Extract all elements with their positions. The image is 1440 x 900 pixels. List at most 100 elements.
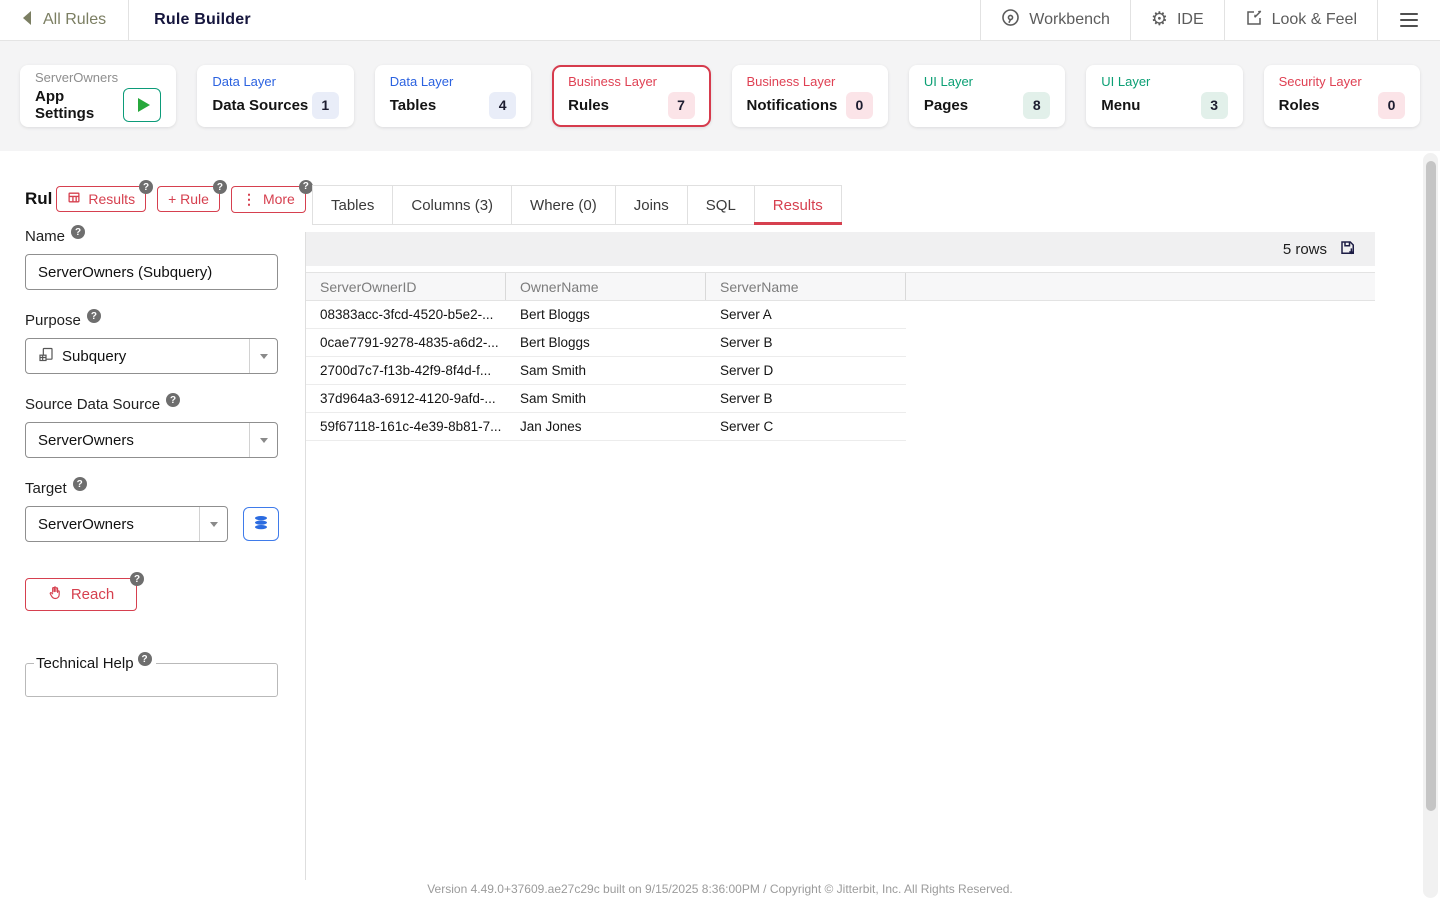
rule-results-panel: Tables Columns (3) Where (0) Joins SQL R…	[305, 151, 1375, 900]
chevron-down-icon	[249, 339, 277, 373]
count-badge: 4	[489, 92, 516, 119]
card-layer-label: Business Layer	[568, 74, 694, 89]
look-feel-pencil-icon	[1245, 9, 1263, 32]
card-name-label: Pages	[924, 97, 968, 114]
add-rule-button[interactable]: + Rule	[157, 186, 220, 212]
card-tables[interactable]: Data Layer Tables 4	[375, 65, 531, 127]
chevron-down-icon	[249, 423, 277, 457]
back-label: All Rules	[43, 11, 106, 29]
hamburger-menu-button[interactable]	[1378, 0, 1440, 40]
count-badge: 8	[1023, 92, 1050, 119]
cell-server-owner-id: 0cae7791-9278-4835-a6d2-...	[306, 335, 506, 350]
source-data-source-select[interactable]: ServerOwners	[25, 422, 278, 458]
table-row: 08383acc-3fcd-4520-b5e2-... Bert Bloggs …	[306, 301, 906, 329]
vertical-scrollbar-track[interactable]	[1423, 153, 1438, 898]
card-app-settings[interactable]: ServerOwners App Settings	[20, 65, 176, 127]
technical-help-field[interactable]: Technical Help	[25, 655, 278, 697]
purpose-value: Subquery	[62, 348, 126, 365]
tab-tables[interactable]: Tables	[312, 185, 393, 225]
back-all-rules-button[interactable]: All Rules	[0, 0, 128, 40]
count-badge: 1	[312, 92, 339, 119]
target-select[interactable]: ServerOwners	[25, 506, 228, 542]
table-grid-icon	[67, 191, 81, 207]
tab-columns[interactable]: Columns (3)	[392, 185, 512, 225]
database-icon	[252, 514, 270, 535]
more-button[interactable]: More	[231, 186, 306, 213]
cell-owner-name: Sam Smith	[506, 363, 706, 378]
workbench-label: Workbench	[1029, 11, 1110, 29]
vertical-scrollbar-thumb[interactable]	[1426, 161, 1436, 811]
help-icon[interactable]	[213, 180, 227, 194]
help-icon[interactable]	[138, 652, 152, 666]
cell-server-owner-id: 59f67118-161c-4e39-8b81-7...	[306, 419, 506, 434]
cell-server-owner-id: 37d964a3-6912-4120-9afd-...	[306, 391, 506, 406]
target-table-button[interactable]	[243, 507, 279, 541]
run-app-button[interactable]	[123, 88, 161, 122]
cell-server-name: Server C	[706, 419, 906, 434]
table-row: 0cae7791-9278-4835-a6d2-... Bert Bloggs …	[306, 329, 906, 357]
table-header-row: ServerOwnerID OwnerName ServerName	[306, 272, 1375, 301]
purpose-select[interactable]: Subquery	[25, 338, 278, 374]
card-name-label: Data Sources	[212, 97, 308, 114]
kebab-menu-icon	[242, 191, 256, 208]
rule-heading: Rul	[25, 189, 52, 209]
reach-button[interactable]: Reach	[25, 578, 137, 611]
card-menu[interactable]: UI Layer Menu 3	[1086, 65, 1242, 127]
look-feel-label: Look & Feel	[1272, 11, 1357, 29]
play-icon	[138, 98, 150, 112]
chevron-down-icon	[199, 507, 227, 541]
card-name-label: Tables	[390, 97, 436, 114]
card-roles[interactable]: Security Layer Roles 0	[1264, 65, 1420, 127]
cell-server-owner-id: 08383acc-3fcd-4520-b5e2-...	[306, 307, 506, 322]
chevron-left-icon	[20, 10, 34, 31]
card-name-label: App Settings	[35, 88, 123, 122]
name-label: Name	[25, 228, 65, 245]
card-name-label: Notifications	[747, 97, 838, 114]
card-rules-selected[interactable]: Business Layer Rules 7	[552, 65, 710, 127]
export-results-button[interactable]	[1339, 239, 1357, 260]
help-icon[interactable]	[139, 180, 153, 194]
source-data-source-label: Source Data Source	[25, 396, 160, 413]
workbench-disc-icon	[1001, 8, 1020, 32]
tab-results[interactable]: Results	[754, 185, 842, 225]
help-icon[interactable]	[166, 393, 180, 407]
layer-card-strip: ServerOwners App Settings Data Layer Dat…	[0, 41, 1440, 151]
card-layer-label: UI Layer	[1101, 74, 1227, 89]
row-count-label: 5 rows	[1283, 241, 1327, 258]
hand-icon	[48, 585, 62, 604]
count-badge: 7	[668, 92, 695, 119]
results-button[interactable]: Results	[56, 186, 146, 212]
card-layer-label: ServerOwners	[35, 70, 161, 85]
tab-where[interactable]: Where (0)	[511, 185, 616, 225]
column-header: OwnerName	[506, 273, 706, 300]
tab-sql[interactable]: SQL	[687, 185, 755, 225]
card-data-sources[interactable]: Data Layer Data Sources 1	[197, 65, 353, 127]
target-value: ServerOwners	[38, 516, 134, 533]
card-layer-label: Data Layer	[390, 74, 516, 89]
help-icon[interactable]	[87, 309, 101, 323]
rule-form-panel: Rul Results + Rule More Name	[0, 151, 305, 900]
table-row: 37d964a3-6912-4120-9afd-... Sam Smith Se…	[306, 385, 906, 413]
card-pages[interactable]: UI Layer Pages 8	[909, 65, 1065, 127]
workbench-button[interactable]: Workbench	[981, 0, 1130, 40]
column-header: ServerName	[706, 273, 906, 300]
tab-joins[interactable]: Joins	[615, 185, 688, 225]
card-layer-label: Security Layer	[1279, 74, 1405, 89]
help-icon[interactable]	[299, 180, 313, 194]
name-input[interactable]	[25, 254, 278, 290]
ide-button[interactable]: IDE	[1131, 0, 1224, 40]
rule-tabs: Tables Columns (3) Where (0) Joins SQL R…	[305, 185, 1375, 225]
results-table: ServerOwnerID OwnerName ServerName 08383…	[306, 272, 1375, 441]
help-icon[interactable]	[71, 225, 85, 239]
table-row: 59f67118-161c-4e39-8b81-7... Jan Jones S…	[306, 413, 906, 441]
page-title: Rule Builder	[129, 0, 276, 40]
cell-server-name: Server B	[706, 391, 906, 406]
cell-owner-name: Bert Bloggs	[506, 335, 706, 350]
look-and-feel-button[interactable]: Look & Feel	[1225, 0, 1377, 40]
count-badge: 0	[1378, 92, 1405, 119]
table-row: 2700d7c7-f13b-42f9-8f4d-f... Sam Smith S…	[306, 357, 906, 385]
help-icon[interactable]	[73, 477, 87, 491]
help-icon[interactable]	[130, 572, 144, 586]
card-layer-label: UI Layer	[924, 74, 1050, 89]
card-notifications[interactable]: Business Layer Notifications 0	[732, 65, 888, 127]
